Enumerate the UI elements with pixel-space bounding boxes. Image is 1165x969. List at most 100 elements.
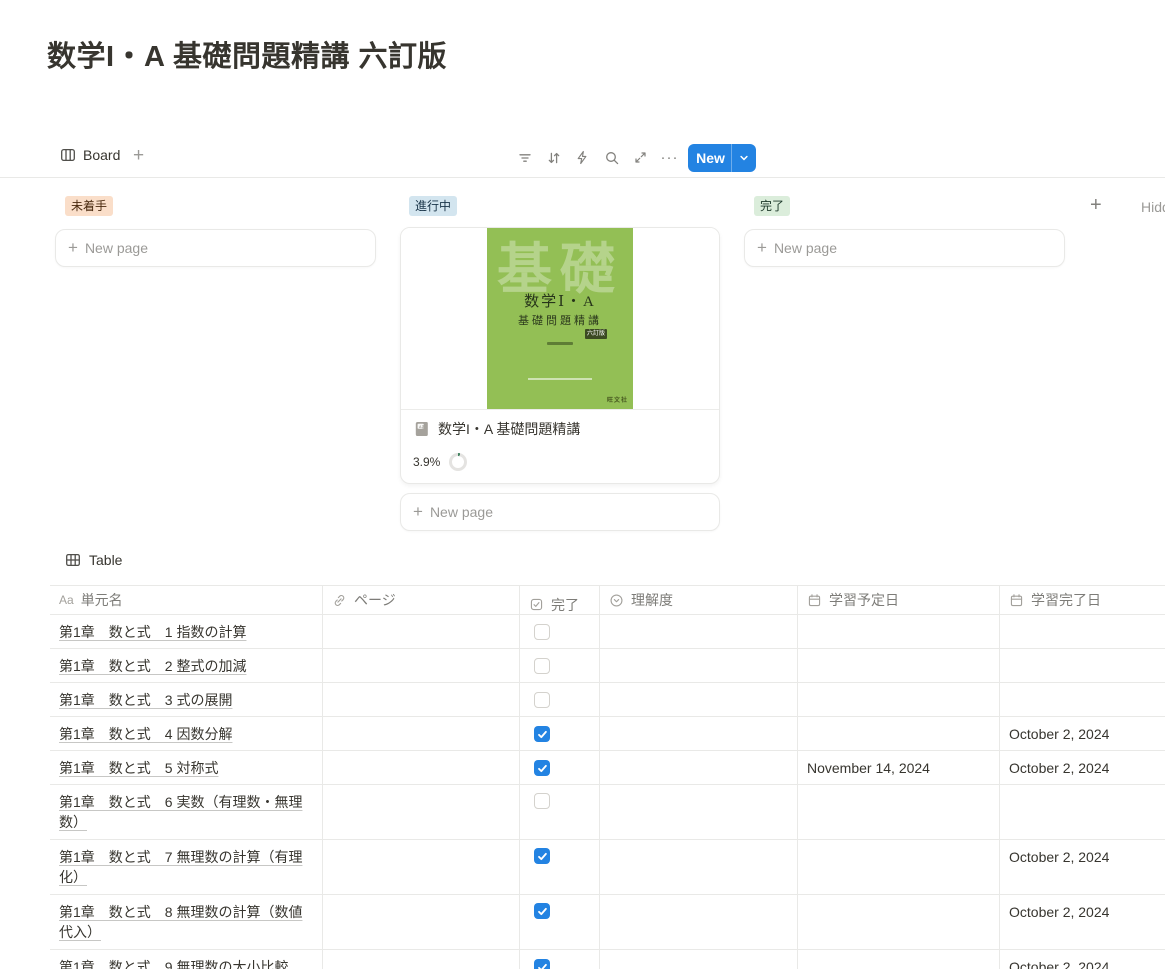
planned-date-cell[interactable]: [798, 683, 1000, 716]
expand-icon[interactable]: [632, 149, 649, 166]
add-group-button[interactable]: +: [1090, 194, 1102, 217]
completed-date-value: October 2, 2024: [1009, 959, 1109, 969]
done-checkbox[interactable]: [534, 658, 550, 674]
completed-date-cell[interactable]: [1000, 683, 1165, 716]
done-checkbox[interactable]: [534, 726, 550, 742]
lightning-icon[interactable]: [574, 149, 591, 166]
page-cell[interactable]: [323, 950, 520, 969]
planned-date-cell[interactable]: November 14, 2024: [798, 751, 1000, 784]
new-button[interactable]: New: [688, 144, 756, 172]
group-badge-done[interactable]: 完了: [754, 196, 790, 216]
completed-date-cell[interactable]: [1000, 649, 1165, 682]
cover-title-line2: 基礎問題精講: [487, 312, 633, 328]
planned-date-cell[interactable]: [798, 840, 1000, 894]
planned-date-cell[interactable]: [798, 717, 1000, 750]
new-page-button[interactable]: + New page: [744, 229, 1065, 267]
unit-name-cell[interactable]: 第1章 数と式 8 無理数の計算（数値代入）: [50, 895, 323, 949]
group-badge-not-started[interactable]: 未着手: [65, 196, 113, 216]
chevron-down-icon[interactable]: [731, 144, 756, 172]
completed-date-cell[interactable]: October 2, 2024: [1000, 895, 1165, 949]
checkbox-icon: [529, 597, 544, 612]
planned-date-cell[interactable]: [798, 649, 1000, 682]
unit-name-cell[interactable]: 第1章 数と式 9 無理数の大小比較: [50, 950, 323, 969]
column-header-unit-name[interactable]: Aa 単元名: [50, 586, 323, 614]
done-checkbox[interactable]: [534, 624, 550, 640]
done-cell[interactable]: [520, 717, 600, 750]
page-cell[interactable]: [323, 840, 520, 894]
unit-name-cell[interactable]: 第1章 数と式 5 対称式: [50, 751, 323, 784]
done-checkbox[interactable]: [534, 793, 550, 809]
page-cell[interactable]: [323, 615, 520, 648]
search-icon[interactable]: [603, 149, 620, 166]
done-cell[interactable]: [520, 840, 600, 894]
page-cell[interactable]: [323, 895, 520, 949]
unit-name-cell[interactable]: 第1章 数と式 3 式の展開: [50, 683, 323, 716]
filter-icon[interactable]: [516, 149, 533, 166]
page-cell[interactable]: [323, 785, 520, 839]
book-icon: Aあ: [413, 420, 431, 438]
understanding-cell[interactable]: [600, 717, 798, 750]
unit-name-cell[interactable]: 第1章 数と式 2 整式の加減: [50, 649, 323, 682]
planned-date-cell[interactable]: [798, 615, 1000, 648]
column-header-done[interactable]: 完了: [520, 586, 600, 614]
understanding-cell[interactable]: [600, 649, 798, 682]
page-cell[interactable]: [323, 717, 520, 750]
unit-name-link: 第1章 数と式 3 式の展開: [59, 692, 232, 708]
column-header-completed-date[interactable]: 学習完了日: [1000, 586, 1165, 614]
unit-name-cell[interactable]: 第1章 数と式 4 因数分解: [50, 717, 323, 750]
done-cell[interactable]: [520, 895, 600, 949]
understanding-cell[interactable]: [600, 895, 798, 949]
title-icon: Aa: [59, 593, 74, 607]
board-tab-label: Board: [83, 147, 120, 163]
understanding-cell[interactable]: [600, 751, 798, 784]
done-cell[interactable]: [520, 785, 600, 839]
understanding-cell[interactable]: [600, 615, 798, 648]
unit-name-cell[interactable]: 第1章 数と式 1 指数の計算: [50, 615, 323, 648]
cover-subtitle-line: [528, 378, 592, 380]
column-header-page[interactable]: ページ: [323, 586, 520, 614]
hidden-groups-label[interactable]: Hidden groups: [1141, 199, 1165, 215]
done-checkbox[interactable]: [534, 903, 550, 919]
table-row: 第1章 数と式 3 式の展開: [50, 683, 1165, 717]
new-page-button[interactable]: + New page: [400, 493, 720, 531]
unit-name-link: 第1章 数と式 8 無理数の計算（数値代入）: [59, 904, 302, 940]
tab-board[interactable]: Board: [60, 147, 120, 163]
planned-date-cell[interactable]: [798, 950, 1000, 969]
done-checkbox[interactable]: [534, 959, 550, 969]
board-card[interactable]: 基礎 数学Ⅰ・A 基礎問題精講 六訂版 旺文社 Aあ 数学I・A 基礎問題精講: [400, 227, 720, 484]
understanding-cell[interactable]: [600, 683, 798, 716]
new-page-button[interactable]: + New page: [55, 229, 376, 267]
done-checkbox[interactable]: [534, 692, 550, 708]
understanding-cell[interactable]: [600, 840, 798, 894]
understanding-cell[interactable]: [600, 950, 798, 969]
completed-date-cell[interactable]: [1000, 785, 1165, 839]
page-cell[interactable]: [323, 683, 520, 716]
done-cell[interactable]: [520, 615, 600, 648]
completed-date-cell[interactable]: [1000, 615, 1165, 648]
completed-date-cell[interactable]: October 2, 2024: [1000, 751, 1165, 784]
unit-name-cell[interactable]: 第1章 数と式 7 無理数の計算（有理化）: [50, 840, 323, 894]
done-cell[interactable]: [520, 683, 600, 716]
done-checkbox[interactable]: [534, 848, 550, 864]
understanding-cell[interactable]: [600, 785, 798, 839]
unit-name-cell[interactable]: 第1章 数と式 6 実数（有理数・無理数）: [50, 785, 323, 839]
sort-icon[interactable]: [545, 149, 562, 166]
planned-date-cell[interactable]: [798, 895, 1000, 949]
more-icon[interactable]: ···: [661, 149, 678, 166]
page-cell[interactable]: [323, 649, 520, 682]
group-badge-in-progress[interactable]: 進行中: [409, 196, 457, 216]
done-cell[interactable]: [520, 649, 600, 682]
completed-date-cell[interactable]: October 2, 2024: [1000, 950, 1165, 969]
done-cell[interactable]: [520, 950, 600, 969]
completed-date-cell[interactable]: October 2, 2024: [1000, 717, 1165, 750]
page-cell[interactable]: [323, 751, 520, 784]
tab-table[interactable]: Table: [65, 552, 122, 568]
completed-date-cell[interactable]: October 2, 2024: [1000, 840, 1165, 894]
plus-icon: +: [757, 241, 767, 255]
done-cell[interactable]: [520, 751, 600, 784]
done-checkbox[interactable]: [534, 760, 550, 776]
column-header-planned-date[interactable]: 学習予定日: [798, 586, 1000, 614]
add-view-button[interactable]: +: [133, 145, 144, 167]
column-header-understanding[interactable]: 理解度: [600, 586, 798, 614]
planned-date-cell[interactable]: [798, 785, 1000, 839]
